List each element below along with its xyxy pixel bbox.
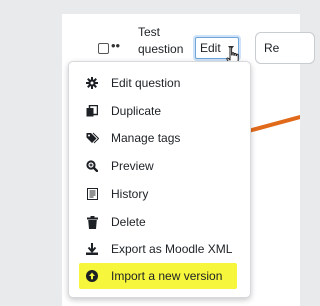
arrow-circle-icon <box>85 269 99 283</box>
menu-item-manage-tags[interactable]: Manage tags <box>79 125 247 151</box>
menu-item-import-new-version[interactable]: Import a new version <box>79 263 237 289</box>
menu-item-label: Delete <box>111 215 146 229</box>
menu-item-duplicate[interactable]: Duplicate <box>79 98 247 124</box>
edit-action-menu: Edit question Duplicate Manage tags Prev… <box>68 61 251 298</box>
menu-item-export-moodle-xml[interactable]: Export as Moodle XML <box>79 236 247 262</box>
copy-icon <box>85 104 99 118</box>
menu-item-history[interactable]: History <box>79 181 247 207</box>
menu-item-label: Preview <box>111 159 154 173</box>
gear-icon <box>85 76 99 90</box>
menu-item-label: History <box>111 187 149 201</box>
menu-item-label: Duplicate <box>111 104 162 118</box>
download-icon <box>85 242 99 256</box>
menu-item-label: Import a new version <box>111 269 223 283</box>
menu-item-edit-question[interactable]: Edit question <box>79 70 247 96</box>
menu-item-label: Export as Moodle XML <box>111 242 233 256</box>
zoom-icon <box>85 159 99 173</box>
menu-item-preview[interactable]: Preview <box>79 153 247 179</box>
tag-icon <box>85 131 99 145</box>
trash-icon <box>85 215 99 229</box>
history-list-icon <box>85 187 99 201</box>
menu-item-label: Manage tags <box>111 131 181 145</box>
menu-item-delete[interactable]: Delete <box>79 209 247 235</box>
menu-item-label: Edit question <box>111 76 181 90</box>
